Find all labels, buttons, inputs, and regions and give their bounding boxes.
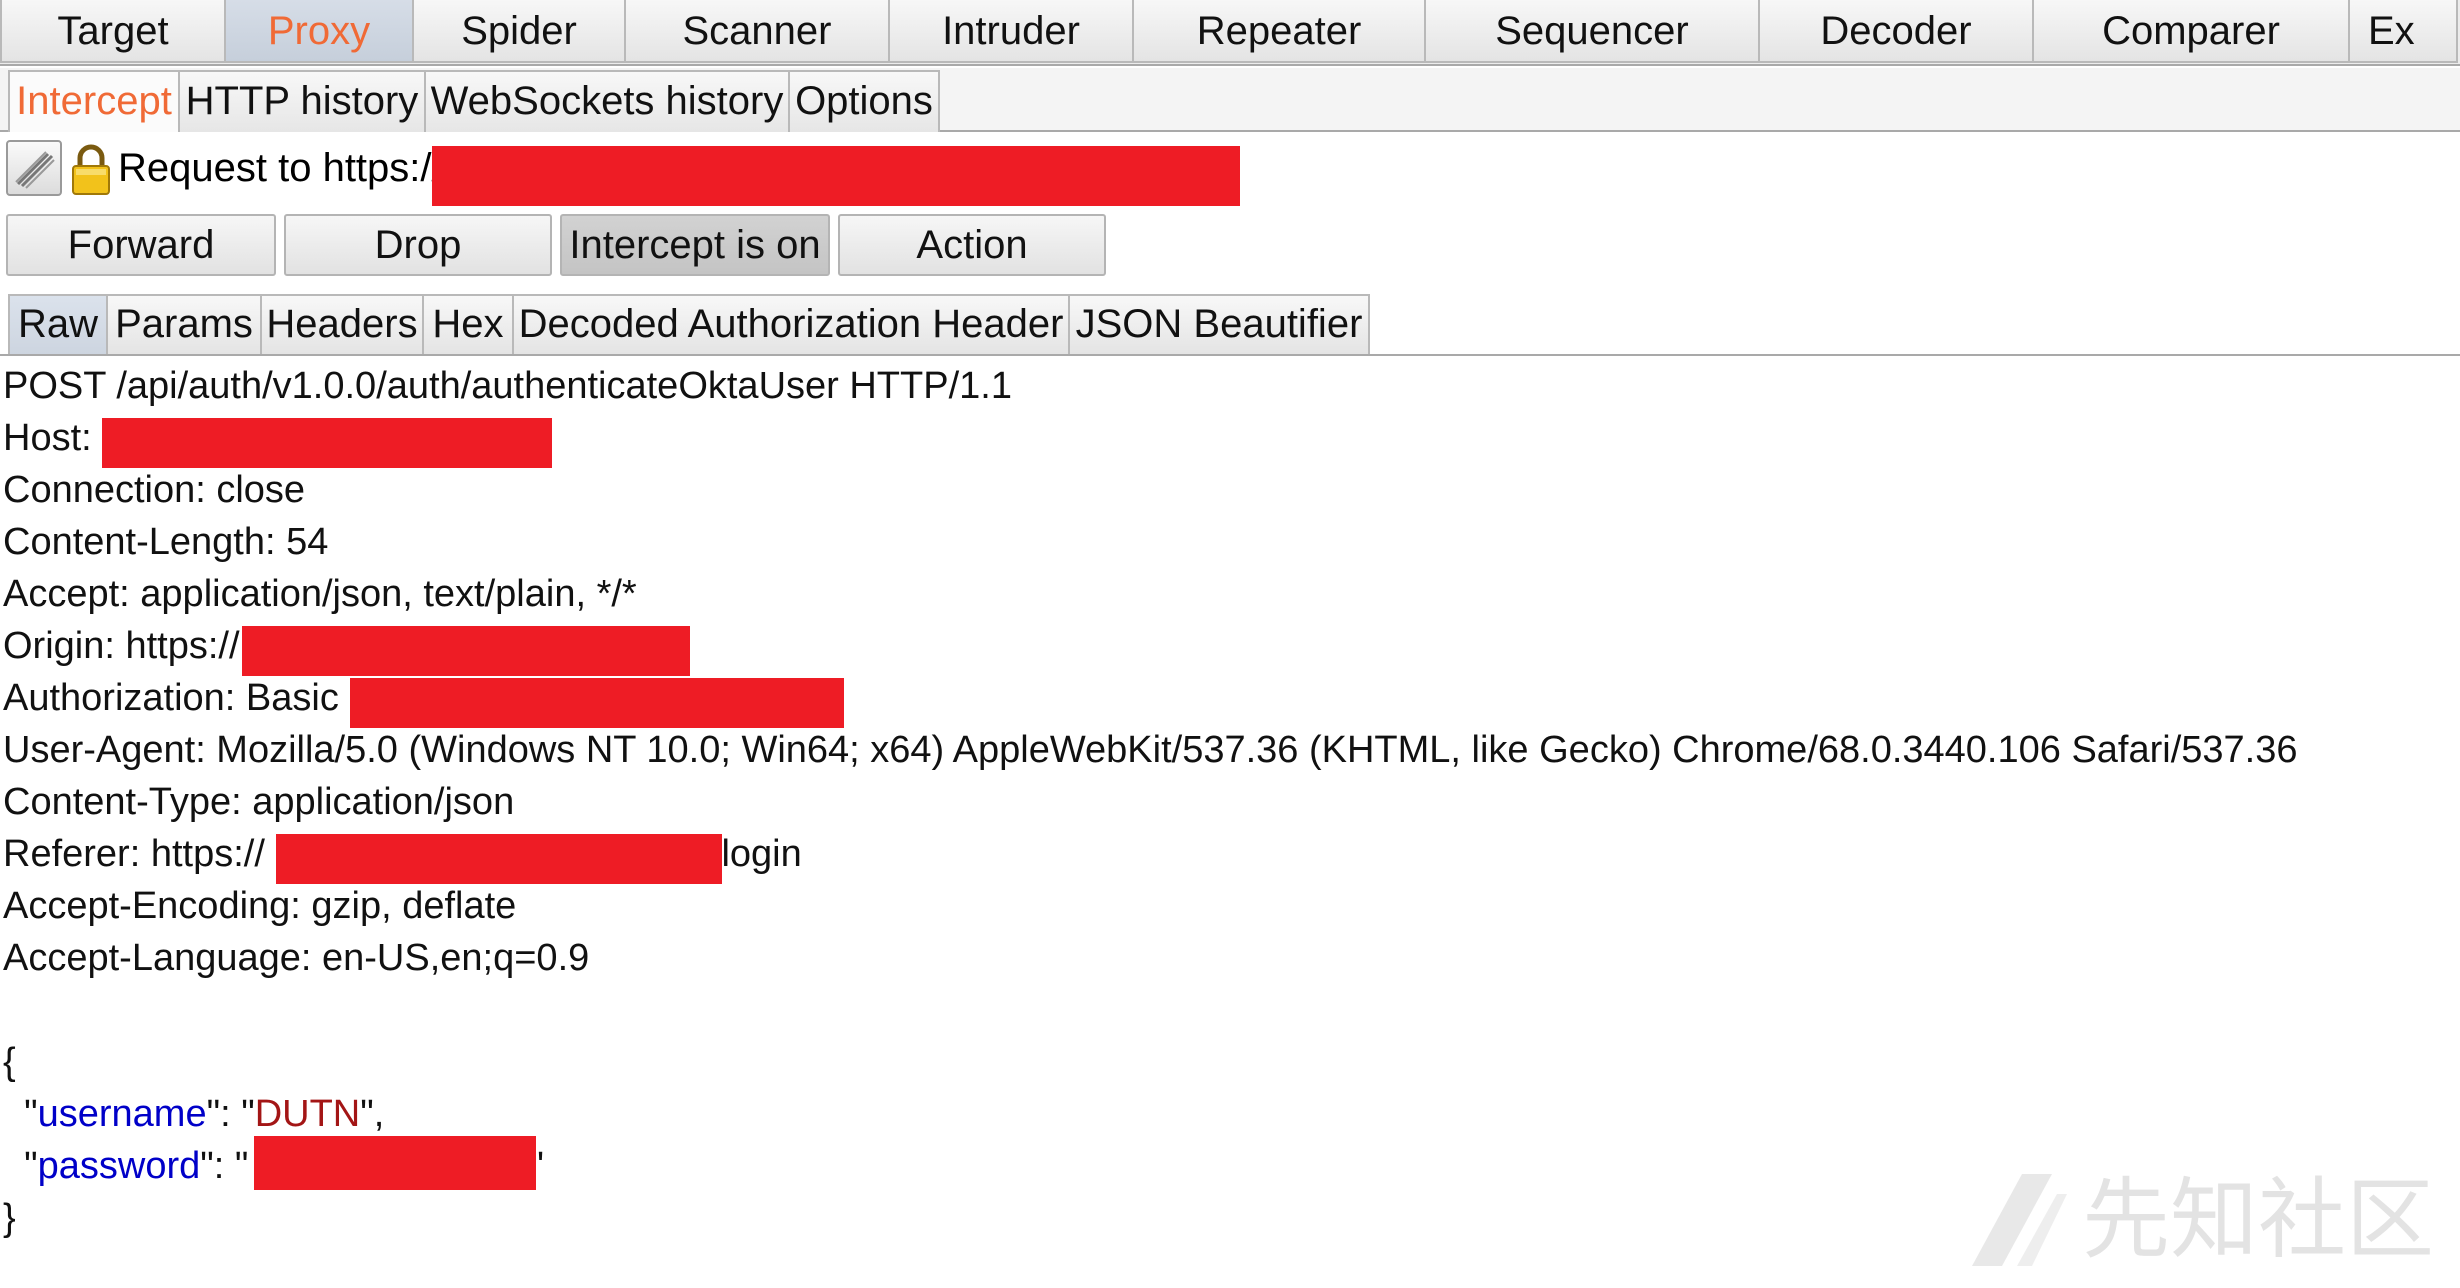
- redacted-host: [102, 418, 552, 468]
- redacted-origin: [242, 626, 690, 676]
- json-key-password: password: [37, 1145, 201, 1187]
- message-editor-tab-bar: Raw Params Headers Hex Decoded Authoriza…: [0, 292, 2460, 356]
- tab-headers[interactable]: Headers: [260, 294, 424, 354]
- lock-icon: [72, 144, 110, 195]
- tab-params[interactable]: Params: [106, 294, 262, 354]
- tab-hex[interactable]: Hex: [422, 294, 514, 354]
- redacted-referer: [276, 834, 722, 884]
- header-origin-name: Origin: https://: [3, 625, 240, 667]
- header-authorization-name: Authorization: Basic: [3, 677, 350, 719]
- header-accept-language: Accept-Language: en-US,en;q=0.9: [3, 937, 590, 979]
- body-open-brace: {: [3, 1041, 16, 1083]
- tab-comparer[interactable]: Comparer: [2032, 0, 2350, 63]
- proxy-sub-tab-bar: Intercept HTTP history WebSockets histor…: [0, 68, 2460, 132]
- tab-json-beautifier[interactable]: JSON Beautifier: [1068, 294, 1370, 354]
- tab-decoded-authorization-header[interactable]: Decoded Authorization Header: [512, 294, 1070, 354]
- watermark-logo-icon: [1972, 1174, 2067, 1266]
- header-origin: Origin: https://: [3, 620, 240, 672]
- request-target-bar: Request to https://: [0, 134, 2460, 208]
- edit-request-button[interactable]: [6, 140, 62, 196]
- header-referer-name: Referer: https://: [3, 833, 265, 875]
- tab-extender[interactable]: Ex: [2348, 0, 2458, 63]
- tab-http-history[interactable]: HTTP history: [178, 70, 426, 132]
- tab-websockets-history[interactable]: WebSockets history: [424, 70, 790, 132]
- header-connection: Connection: close: [3, 469, 306, 511]
- forward-button[interactable]: Forward: [6, 214, 276, 276]
- tab-options[interactable]: Options: [788, 70, 940, 132]
- header-user-agent: User-Agent: Mozilla/5.0 (Windows NT 10.0…: [3, 729, 2298, 771]
- tab-raw[interactable]: Raw: [8, 294, 108, 354]
- tab-decoder[interactable]: Decoder: [1758, 0, 2034, 63]
- header-host-name: Host:: [3, 417, 103, 459]
- request-target-label: Request to https://: [118, 146, 443, 190]
- tab-scanner[interactable]: Scanner: [624, 0, 890, 63]
- raw-request-editor[interactable]: POST /api/auth/v1.0.0/auth/authenticateO…: [0, 360, 2460, 1260]
- body-username-line: "username": "DUTN",: [3, 1093, 385, 1135]
- json-key-username: username: [37, 1093, 207, 1135]
- header-accept-encoding: Accept-Encoding: gzip, deflate: [3, 885, 517, 927]
- watermark-text: 先知社区: [2082, 1168, 2435, 1271]
- body-close-brace: }: [3, 1197, 16, 1239]
- intercept-toggle-button[interactable]: Intercept is on: [560, 214, 830, 276]
- redacted-password: [254, 1136, 536, 1190]
- header-content-type: Content-Type: application/json: [3, 781, 515, 823]
- tab-repeater[interactable]: Repeater: [1132, 0, 1426, 63]
- tab-intruder[interactable]: Intruder: [888, 0, 1134, 63]
- header-content-length: Content-Length: 54: [3, 521, 329, 563]
- header-authorization: Authorization: Basic: [3, 672, 349, 724]
- watermark: 先知社区: [1962, 1166, 2442, 1276]
- drop-button[interactable]: Drop: [284, 214, 552, 276]
- tab-target[interactable]: Target: [0, 0, 226, 63]
- pencil-icon: [15, 151, 55, 189]
- redacted-host-url: [432, 146, 1240, 206]
- header-referer-path: /login: [710, 833, 802, 875]
- request-line: POST /api/auth/v1.0.0/auth/authenticateO…: [3, 365, 1012, 407]
- json-value-username: DUTN: [254, 1093, 361, 1135]
- top-tab-bar: Target Proxy Spider Scanner Intruder Rep…: [0, 0, 2460, 66]
- tab-sequencer[interactable]: Sequencer: [1424, 0, 1760, 63]
- tab-proxy[interactable]: Proxy: [224, 0, 414, 63]
- tab-intercept[interactable]: Intercept: [8, 70, 180, 132]
- tab-spider[interactable]: Spider: [412, 0, 626, 63]
- header-accept: Accept: application/json, text/plain, */…: [3, 573, 637, 615]
- redacted-authorization: [350, 678, 844, 728]
- action-button[interactable]: Action: [838, 214, 1106, 276]
- header-host: Host:: [3, 412, 102, 464]
